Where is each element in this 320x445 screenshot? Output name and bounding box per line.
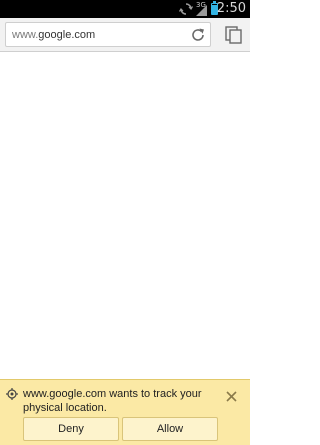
location-permission-infobar: www.google.com wants to track your physi… — [0, 379, 250, 445]
signal-icon — [196, 5, 207, 16]
status-time: 2:50 — [216, 1, 246, 16]
url-prefix: www. — [12, 29, 39, 41]
status-bar: 3G 2:50 — [0, 0, 250, 18]
url-bar[interactable]: www.google.com — [5, 22, 211, 47]
location-icon — [6, 388, 18, 400]
reload-icon[interactable] — [190, 27, 206, 43]
browser-toolbar: www.google.com — [0, 18, 250, 52]
sync-icon — [179, 3, 193, 15]
allow-button[interactable]: Allow — [122, 417, 218, 441]
url-text: www.google.com — [12, 29, 95, 41]
browser-screen: 3G 2:50 www.google.com www.google.com wa… — [0, 0, 250, 445]
url-domain: google.com — [38, 29, 96, 41]
close-icon[interactable] — [226, 391, 237, 402]
deny-button[interactable]: Deny — [23, 417, 119, 441]
tabs-icon[interactable] — [225, 26, 243, 44]
infobar-message: www.google.com wants to track your physi… — [23, 388, 202, 414]
